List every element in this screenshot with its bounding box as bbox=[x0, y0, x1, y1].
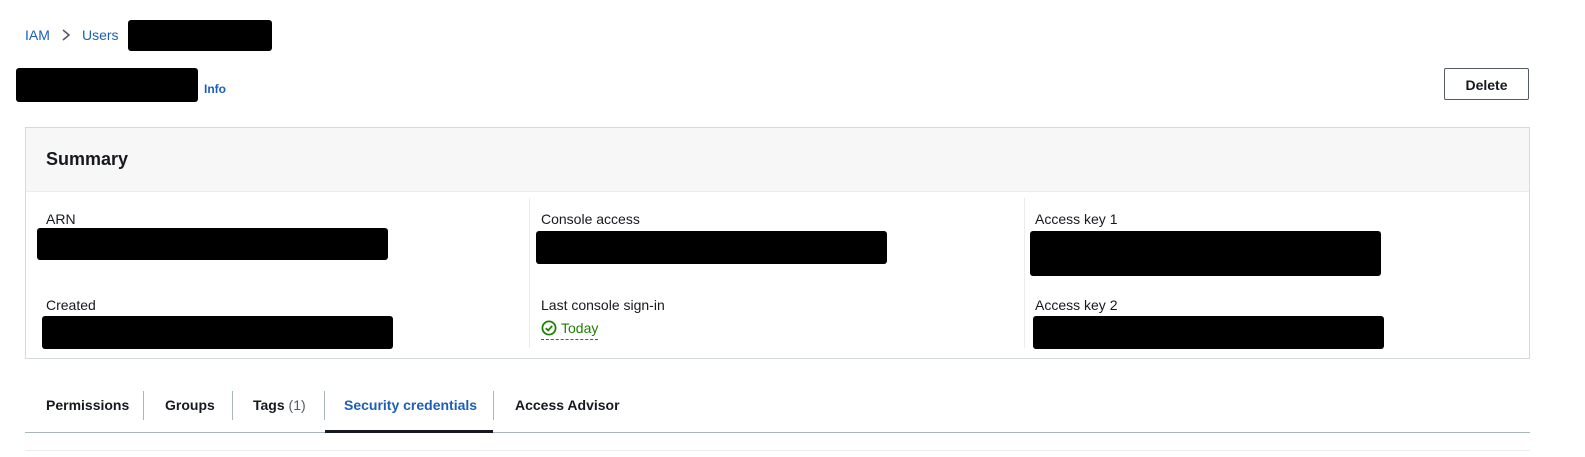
tab-security-credentials[interactable]: Security credentials bbox=[344, 380, 477, 432]
page-title-redacted bbox=[16, 68, 198, 102]
chevron-right-icon bbox=[60, 26, 72, 44]
created-value-redacted bbox=[42, 316, 393, 349]
tab-groups[interactable]: Groups bbox=[165, 380, 215, 432]
tab-bar: Permissions Groups Tags (1) Security cre… bbox=[25, 380, 1530, 434]
tab-tags[interactable]: Tags (1) bbox=[253, 380, 306, 432]
summary-title: Summary bbox=[46, 149, 129, 169]
breadcrumb-current-redacted bbox=[128, 20, 272, 51]
tab-permissions[interactable]: Permissions bbox=[46, 380, 129, 432]
column-divider bbox=[529, 198, 530, 348]
arn-value-redacted bbox=[37, 228, 388, 260]
check-circle-icon bbox=[541, 320, 561, 336]
info-link[interactable]: Info bbox=[204, 82, 226, 96]
tab-separator bbox=[324, 391, 325, 420]
tab-separator bbox=[232, 391, 233, 420]
column-divider bbox=[1024, 198, 1025, 348]
active-tab-indicator bbox=[325, 430, 493, 433]
access-key-2-value-redacted bbox=[1033, 316, 1384, 349]
created-label: Created bbox=[46, 297, 96, 313]
access-key-2-label: Access key 2 bbox=[1035, 297, 1118, 313]
tab-separator bbox=[143, 391, 144, 420]
summary-header: Summary bbox=[26, 128, 1529, 192]
arn-label: ARN bbox=[46, 211, 76, 227]
breadcrumb-iam-link[interactable]: IAM bbox=[25, 27, 50, 43]
tab-tags-count: (1) bbox=[288, 397, 306, 413]
last-signin-value[interactable]: Today bbox=[541, 318, 599, 340]
last-signin-label: Last console sign-in bbox=[541, 297, 665, 313]
console-access-value-redacted bbox=[536, 231, 887, 264]
tab-bar-baseline bbox=[25, 432, 1530, 433]
tab-access-advisor[interactable]: Access Advisor bbox=[515, 380, 620, 432]
summary-panel: Summary ARN Created Console access Last … bbox=[25, 127, 1530, 359]
breadcrumb-users-link[interactable]: Users bbox=[82, 27, 119, 43]
access-key-1-value-redacted bbox=[1030, 231, 1381, 276]
last-signin-text: Today bbox=[561, 320, 599, 336]
tab-separator bbox=[493, 391, 494, 420]
access-key-1-label: Access key 1 bbox=[1035, 211, 1118, 227]
tab-tags-label: Tags bbox=[253, 397, 285, 413]
console-access-label: Console access bbox=[541, 211, 640, 227]
delete-button[interactable]: Delete bbox=[1444, 68, 1529, 100]
content-divider bbox=[25, 450, 1530, 451]
